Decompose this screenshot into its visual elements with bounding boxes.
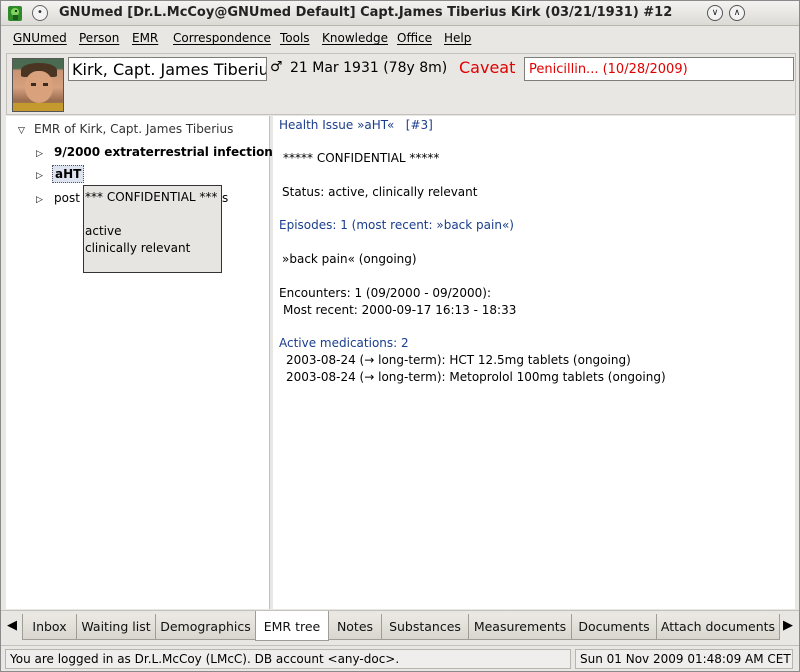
tree-item[interactable]: ▷ 9/2000 extraterrestrial infection: [36, 145, 273, 159]
tab-scroll-right-icon[interactable]: ▶: [781, 618, 795, 634]
tree-item-label: 9/2000 extraterrestrial infection: [54, 145, 273, 159]
detail-encounters: Encounters: 1 (09/2000 - 09/2000):: [279, 286, 491, 300]
patient-dob-age: 21 Mar 1931 (78y 8m): [290, 60, 448, 76]
detail-med-2: 2003-08-24 (→ long-term): Metoprolol 100…: [286, 370, 666, 384]
tab-notes[interactable]: Notes: [328, 614, 382, 640]
tab-measurements[interactable]: Measurements: [468, 614, 572, 640]
caveat-label[interactable]: Caveat: [459, 58, 515, 77]
detail-episodes: Episodes: 1 (most recent: »back pain«): [279, 218, 514, 232]
menu-correspondence[interactable]: Correspondence: [173, 31, 271, 45]
detail-episode-item: »back pain« (ongoing): [282, 252, 417, 266]
tree-root[interactable]: ▽ EMR of Kirk, Capt. James Tiberius: [18, 122, 233, 136]
maximize-icon[interactable]: ∧: [729, 5, 745, 21]
menu-knowledge[interactable]: Knowledge: [322, 31, 388, 45]
tree-item[interactable]: ▷ aHT: [36, 165, 85, 183]
tooltip-line: *** CONFIDENTIAL ***: [85, 190, 218, 204]
tab-waiting-list[interactable]: Waiting list: [76, 614, 156, 640]
notebook-tabbar: ◀ Inbox Waiting list Demographics EMR tr…: [1, 610, 799, 641]
tree-expand-icon[interactable]: ▷: [36, 149, 54, 159]
menu-office[interactable]: Office: [397, 31, 432, 45]
menu-emr[interactable]: EMR: [132, 31, 158, 45]
window-menu-icon[interactable]: •: [32, 5, 48, 21]
detail-most-recent: Most recent: 2000-09-17 16:13 - 18:33: [283, 303, 517, 317]
minimize-icon[interactable]: ∨: [707, 5, 723, 21]
menu-bar: GNUmed Person EMR Correspondence Tools K…: [1, 27, 799, 49]
menu-person[interactable]: Person: [79, 31, 119, 45]
patient-name-field[interactable]: Kirk, Capt. James Tiberius: [68, 57, 267, 81]
gender-icon: ♂: [270, 59, 283, 75]
tab-emr-tree[interactable]: EMR tree: [255, 611, 329, 641]
menu-help[interactable]: Help: [444, 31, 471, 45]
detail-pane[interactable]: Health Issue »aHT« [#3] ***** CONFIDENTI…: [273, 116, 795, 609]
status-bar: You are logged in as Dr.L.McCoy (LMcC). …: [1, 645, 799, 671]
detail-med-1: 2003-08-24 (→ long-term): HCT 12.5mg tab…: [286, 353, 631, 367]
tooltip-line: [85, 206, 220, 223]
tab-attach-documents[interactable]: Attach documents: [656, 614, 780, 640]
tree-item-label: post: [54, 191, 80, 205]
menu-tools[interactable]: Tools: [280, 31, 310, 45]
window-title: GNUmed [Dr.L.McCoy@GNUmed Default] Capt.…: [59, 5, 673, 20]
detail-status: Status: active, clinically relevant: [282, 185, 478, 199]
menu-gnumed[interactable]: GNUmed: [13, 31, 67, 45]
detail-confidential: ***** CONFIDENTIAL *****: [283, 151, 440, 165]
detail-active-meds: Active medications: 2: [279, 336, 409, 350]
patient-photo[interactable]: [12, 58, 64, 112]
tab-substances[interactable]: Substances: [381, 614, 469, 640]
tab-scroll-left-icon[interactable]: ◀: [5, 618, 19, 634]
patient-bar: Kirk, Capt. James Tiberius ♂ 21 Mar 1931…: [6, 53, 796, 115]
tree-item[interactable]: ▷ post: [36, 191, 80, 205]
allergy-field[interactable]: Penicillin... (10/28/2009): [524, 57, 794, 81]
tab-documents[interactable]: Documents: [571, 614, 657, 640]
tooltip-line: active: [85, 224, 122, 238]
status-clock: Sun 01 Nov 2009 01:48:09 AM CET: [575, 649, 793, 669]
tree-root-label: EMR of Kirk, Capt. James Tiberius: [34, 122, 234, 136]
tab-inbox[interactable]: Inbox: [22, 614, 77, 640]
gnumed-snake-icon[interactable]: [7, 5, 23, 22]
tree-item-label-tail: s: [222, 191, 229, 205]
title-bar[interactable]: • GNUmed [Dr.L.McCoy@GNUmed Default] Cap…: [1, 1, 799, 26]
tooltip-line: clinically relevant: [85, 241, 191, 255]
issue-tooltip: *** CONFIDENTIAL *** active clinically r…: [83, 185, 222, 273]
detail-header: Health Issue »aHT« [#3]: [279, 118, 433, 132]
tree-expand-icon[interactable]: ▷: [36, 195, 54, 205]
tab-demographics[interactable]: Demographics: [155, 614, 256, 640]
tree-collapse-icon[interactable]: ▽: [18, 126, 34, 136]
status-login: You are logged in as Dr.L.McCoy (LMcC). …: [5, 649, 571, 669]
tree-item-label-selected: aHT: [52, 165, 85, 183]
tree-expand-icon[interactable]: ▷: [36, 171, 52, 181]
app-window: • GNUmed [Dr.L.McCoy@GNUmed Default] Cap…: [0, 0, 800, 672]
